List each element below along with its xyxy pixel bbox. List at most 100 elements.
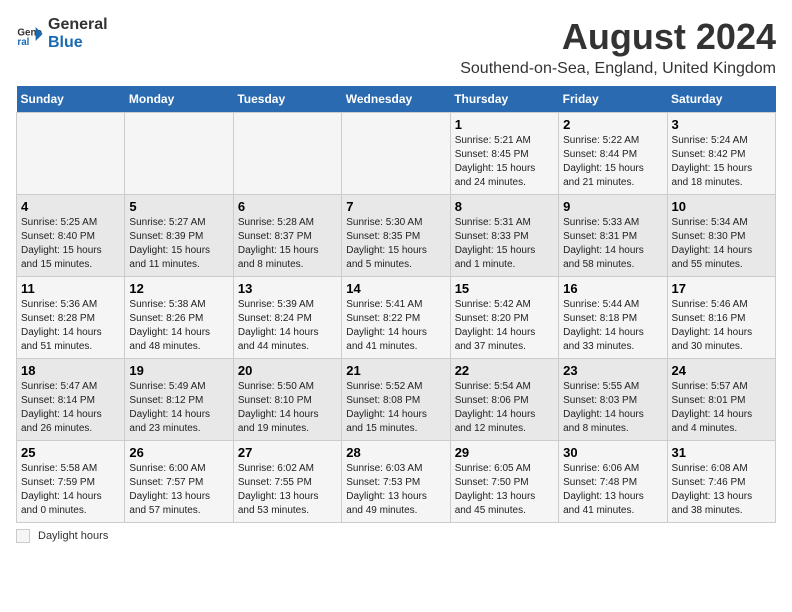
calendar-cell: 6 Sunrise: 5:28 AM Sunset: 8:37 PM Daylig… [233, 195, 341, 277]
day-info: Sunrise: 5:30 AM Sunset: 8:35 PM Dayligh… [346, 216, 445, 272]
day-number: 1 [455, 117, 554, 132]
calendar-cell: 29 Sunrise: 6:05 AM Sunset: 7:50 PM Dayli… [450, 441, 558, 523]
day-info: Sunrise: 5:25 AM Sunset: 8:40 PM Dayligh… [21, 216, 120, 272]
day-number: 30 [563, 445, 662, 460]
logo-blue: Blue [48, 34, 108, 52]
svg-text:ral: ral [17, 37, 29, 48]
calendar-cell: 26 Sunrise: 6:00 AM Sunset: 7:57 PM Dayli… [125, 441, 233, 523]
calendar-table: SundayMondayTuesdayWednesdayThursdayFrid… [16, 86, 776, 523]
day-info: Sunrise: 5:28 AM Sunset: 8:37 PM Dayligh… [238, 216, 337, 272]
calendar-cell: 24Sunrise: 5:57 AM Sunset: 8:01 PM Dayli… [667, 359, 775, 441]
logo-icon: Gene ral [16, 20, 44, 48]
day-info: Sunrise: 6:08 AM Sunset: 7:46 PM Dayligh… [672, 462, 771, 518]
calendar-cell: 2 Sunrise: 5:22 AM Sunset: 8:44 PM Daylig… [559, 113, 667, 195]
day-number: 6 [238, 199, 337, 214]
day-info: Sunrise: 5:52 AM Sunset: 8:08 PM Dayligh… [346, 380, 445, 436]
subtitle: Southend-on-Sea, England, United Kingdom [460, 60, 776, 78]
day-number: 25 [21, 445, 120, 460]
calendar-cell [125, 113, 233, 195]
day-info: Sunrise: 5:55 AM Sunset: 8:03 PM Dayligh… [563, 380, 662, 436]
day-info: Sunrise: 6:00 AM Sunset: 7:57 PM Dayligh… [129, 462, 228, 518]
calendar-cell: 13Sunrise: 5:39 AM Sunset: 8:24 PM Dayli… [233, 277, 341, 359]
day-number: 31 [672, 445, 771, 460]
day-info: Sunrise: 5:47 AM Sunset: 8:14 PM Dayligh… [21, 380, 120, 436]
day-info: Sunrise: 5:58 AM Sunset: 7:59 PM Dayligh… [21, 462, 120, 518]
calendar-cell: 30Sunrise: 6:06 AM Sunset: 7:48 PM Dayli… [559, 441, 667, 523]
calendar-header-thursday: Thursday [450, 86, 558, 113]
calendar-cell: 10 Sunrise: 5:34 AM Sunset: 8:30 PM Dayli… [667, 195, 775, 277]
calendar-week-row: 18 Sunrise: 5:47 AM Sunset: 8:14 PM Dayli… [17, 359, 776, 441]
calendar-header-wednesday: Wednesday [342, 86, 450, 113]
day-number: 19 [129, 363, 228, 378]
calendar-cell: 4 Sunrise: 5:25 AM Sunset: 8:40 PM Daylig… [17, 195, 125, 277]
day-number: 2 [563, 117, 662, 132]
calendar-cell: 31 Sunrise: 6:08 AM Sunset: 7:46 PM Dayli… [667, 441, 775, 523]
calendar-cell: 19Sunrise: 5:49 AM Sunset: 8:12 PM Dayli… [125, 359, 233, 441]
day-info: Sunrise: 5:21 AM Sunset: 8:45 PM Dayligh… [455, 134, 554, 190]
calendar-cell [17, 113, 125, 195]
day-info: Sunrise: 6:03 AM Sunset: 7:53 PM Dayligh… [346, 462, 445, 518]
calendar-cell: 27 Sunrise: 6:02 AM Sunset: 7:55 PM Dayli… [233, 441, 341, 523]
day-number: 26 [129, 445, 228, 460]
logo: Gene ral General Blue [16, 16, 108, 51]
calendar-cell: 3 Sunrise: 5:24 AM Sunset: 8:42 PM Daylig… [667, 113, 775, 195]
day-info: Sunrise: 5:34 AM Sunset: 8:30 PM Dayligh… [672, 216, 771, 272]
calendar-header-friday: Friday [559, 86, 667, 113]
footer-note: Daylight hours [16, 529, 776, 543]
day-info: Sunrise: 5:24 AM Sunset: 8:42 PM Dayligh… [672, 134, 771, 190]
day-number: 18 [21, 363, 120, 378]
header: Gene ral General Blue August 2024 Southe… [16, 16, 776, 78]
day-info: Sunrise: 5:50 AM Sunset: 8:10 PM Dayligh… [238, 380, 337, 436]
day-number: 21 [346, 363, 445, 378]
day-info: Sunrise: 6:02 AM Sunset: 7:55 PM Dayligh… [238, 462, 337, 518]
day-number: 27 [238, 445, 337, 460]
day-number: 4 [21, 199, 120, 214]
calendar-cell [342, 113, 450, 195]
calendar-cell: 17Sunrise: 5:46 AM Sunset: 8:16 PM Dayli… [667, 277, 775, 359]
day-number: 16 [563, 281, 662, 296]
day-info: Sunrise: 5:54 AM Sunset: 8:06 PM Dayligh… [455, 380, 554, 436]
calendar-cell: 23 Sunrise: 5:55 AM Sunset: 8:03 PM Dayli… [559, 359, 667, 441]
day-info: Sunrise: 5:41 AM Sunset: 8:22 PM Dayligh… [346, 298, 445, 354]
calendar-cell: 20Sunrise: 5:50 AM Sunset: 8:10 PM Dayli… [233, 359, 341, 441]
day-number: 10 [672, 199, 771, 214]
calendar-cell: 12Sunrise: 5:38 AM Sunset: 8:26 PM Dayli… [125, 277, 233, 359]
day-info: Sunrise: 5:22 AM Sunset: 8:44 PM Dayligh… [563, 134, 662, 190]
day-info: Sunrise: 5:36 AM Sunset: 8:28 PM Dayligh… [21, 298, 120, 354]
day-number: 7 [346, 199, 445, 214]
calendar-header-monday: Monday [125, 86, 233, 113]
day-info: Sunrise: 5:44 AM Sunset: 8:18 PM Dayligh… [563, 298, 662, 354]
calendar-cell: 7 Sunrise: 5:30 AM Sunset: 8:35 PM Daylig… [342, 195, 450, 277]
calendar-cell: 9Sunrise: 5:33 AM Sunset: 8:31 PM Daylig… [559, 195, 667, 277]
calendar-cell: 18 Sunrise: 5:47 AM Sunset: 8:14 PM Dayli… [17, 359, 125, 441]
calendar-cell: 28 Sunrise: 6:03 AM Sunset: 7:53 PM Dayli… [342, 441, 450, 523]
calendar-week-row: 25 Sunrise: 5:58 AM Sunset: 7:59 PM Dayli… [17, 441, 776, 523]
calendar-week-row: 11 Sunrise: 5:36 AM Sunset: 8:28 PM Dayli… [17, 277, 776, 359]
calendar-header-saturday: Saturday [667, 86, 775, 113]
day-number: 11 [21, 281, 120, 296]
calendar-cell: 16 Sunrise: 5:44 AM Sunset: 8:18 PM Dayli… [559, 277, 667, 359]
day-number: 29 [455, 445, 554, 460]
day-info: Sunrise: 5:46 AM Sunset: 8:16 PM Dayligh… [672, 298, 771, 354]
day-number: 5 [129, 199, 228, 214]
calendar-cell: 21 Sunrise: 5:52 AM Sunset: 8:08 PM Dayli… [342, 359, 450, 441]
day-info: Sunrise: 5:27 AM Sunset: 8:39 PM Dayligh… [129, 216, 228, 272]
calendar-week-row: 4 Sunrise: 5:25 AM Sunset: 8:40 PM Daylig… [17, 195, 776, 277]
day-number: 12 [129, 281, 228, 296]
day-info: Sunrise: 5:31 AM Sunset: 8:33 PM Dayligh… [455, 216, 554, 272]
day-number: 14 [346, 281, 445, 296]
day-info: Sunrise: 6:05 AM Sunset: 7:50 PM Dayligh… [455, 462, 554, 518]
calendar-cell: 11 Sunrise: 5:36 AM Sunset: 8:28 PM Dayli… [17, 277, 125, 359]
calendar-header-sunday: Sunday [17, 86, 125, 113]
calendar-cell: 5 Sunrise: 5:27 AM Sunset: 8:39 PM Daylig… [125, 195, 233, 277]
day-info: Sunrise: 5:33 AM Sunset: 8:31 PM Dayligh… [563, 216, 662, 272]
calendar-cell: 1 Sunrise: 5:21 AM Sunset: 8:45 PM Daylig… [450, 113, 558, 195]
calendar-cell: 15Sunrise: 5:42 AM Sunset: 8:20 PM Dayli… [450, 277, 558, 359]
day-number: 23 [563, 363, 662, 378]
day-number: 28 [346, 445, 445, 460]
calendar-cell: 22Sunrise: 5:54 AM Sunset: 8:06 PM Dayli… [450, 359, 558, 441]
day-number: 3 [672, 117, 771, 132]
daylight-label: Daylight hours [38, 530, 108, 542]
day-info: Sunrise: 5:57 AM Sunset: 8:01 PM Dayligh… [672, 380, 771, 436]
daylight-color-box [16, 529, 30, 543]
